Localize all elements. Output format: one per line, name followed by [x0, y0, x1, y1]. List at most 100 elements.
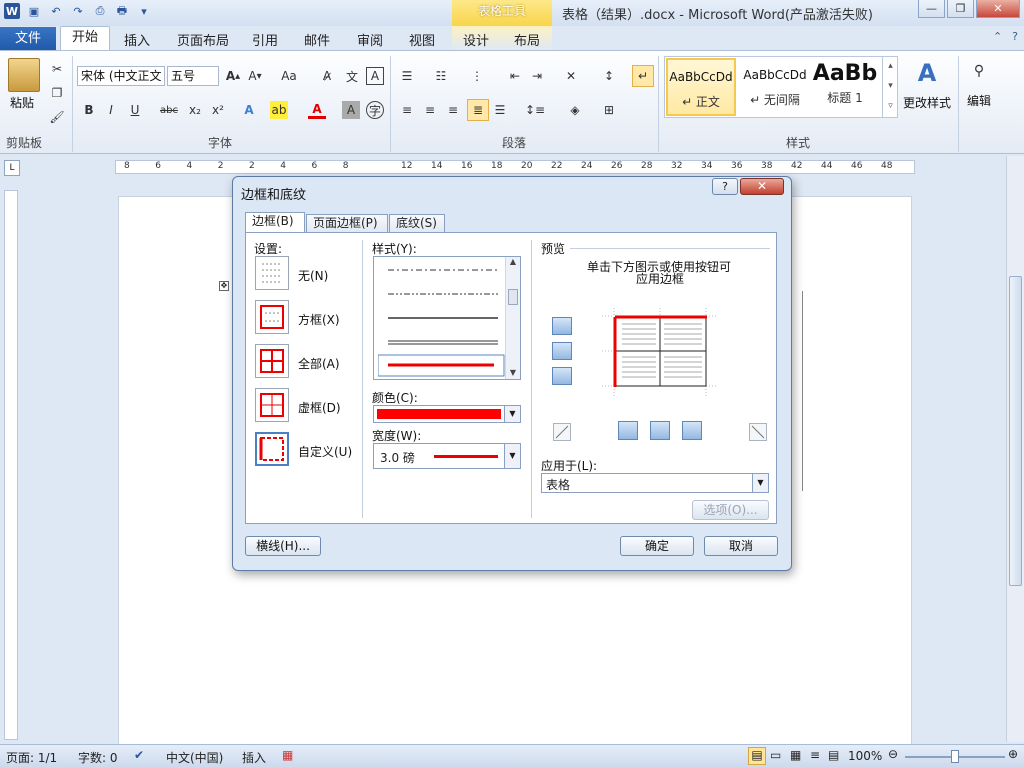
tab-borders[interactable]: 边框(B) [245, 212, 305, 233]
setting-box-icon[interactable] [255, 300, 289, 334]
vertical-scrollbar[interactable] [1006, 156, 1024, 742]
tab-mailings[interactable]: 邮件 [304, 30, 330, 49]
insert-mode[interactable]: 插入 [242, 749, 266, 766]
tab-review[interactable]: 审阅 [357, 30, 383, 49]
grow-font-icon[interactable]: A ▴ [224, 67, 242, 85]
style-normal[interactable]: AaBbCcDd ↵ 正文 [666, 58, 736, 116]
show-marks-icon[interactable]: ↵ [632, 65, 654, 87]
inside-horizontal-border-button[interactable] [552, 342, 572, 360]
close-window-button[interactable]: ✕ [976, 0, 1020, 18]
chevron-down-icon[interactable]: ▼ [752, 474, 768, 492]
phonetic-guide-icon[interactable]: 文 [343, 67, 361, 85]
outline-icon[interactable]: ≡ [810, 748, 820, 762]
page-count[interactable]: 页面: 1/1 [6, 749, 57, 766]
align-right-icon[interactable]: ≡ [444, 101, 462, 119]
text-effects-icon[interactable]: A [240, 101, 258, 119]
table-move-handle-icon[interactable]: ✥ [219, 281, 229, 291]
bold-icon[interactable]: B [80, 101, 98, 119]
inside-vertical-border-button[interactable] [650, 421, 670, 440]
diagonal-down-icon[interactable] [553, 423, 571, 441]
proofing-icon[interactable]: ✔ [134, 748, 144, 762]
tab-table-design[interactable]: 设计 [463, 30, 489, 49]
undo-icon[interactable]: ↶ [48, 3, 64, 19]
bullets-icon[interactable]: ☰ [398, 67, 416, 85]
italic-icon[interactable]: I [102, 101, 120, 119]
highlight-icon[interactable]: ab [270, 101, 288, 119]
subscript-icon[interactable]: x₂ [186, 101, 204, 119]
line-style-scrollbar[interactable]: ▲ ▼ [505, 257, 520, 379]
tab-shading[interactable]: 底纹(S) [389, 214, 445, 233]
strikethrough-icon[interactable]: abc [160, 101, 178, 119]
bottom-border-button[interactable] [552, 367, 572, 385]
cut-icon[interactable]: ✂ [48, 60, 66, 78]
paste-button[interactable]: 粘贴 [10, 94, 34, 111]
horizontal-ruler[interactable]: 8 6 4 2 2 4 6 8 12 14 16 18 20 22 24 26 28 32 34 36 38 42 44 46… [115, 160, 915, 174]
shading-icon[interactable]: ◈ [566, 101, 584, 119]
line-spacing-icon[interactable]: ↕≡ [525, 101, 545, 119]
customize-qat-icon[interactable]: ▾ [136, 3, 152, 19]
scroll-thumb[interactable] [1009, 276, 1022, 586]
setting-grid-icon[interactable] [255, 388, 289, 422]
redo-icon[interactable]: ↷ [70, 3, 86, 19]
minimize-button[interactable]: — [918, 0, 945, 18]
character-border-icon[interactable]: A [366, 67, 384, 85]
font-size-select[interactable]: 五号 [167, 66, 219, 86]
style-heading-1[interactable]: AaBb 标题 1 [812, 58, 878, 116]
chevron-down-icon[interactable]: ▼ [504, 406, 520, 422]
zoom-in-icon[interactable]: ⊕ [1008, 747, 1018, 761]
setting-box-label[interactable]: 方框(X) [298, 311, 340, 328]
font-color-icon[interactable]: A [308, 101, 326, 119]
options-button[interactable]: 选项(O)... [692, 500, 769, 520]
apply-to-select[interactable]: 表格 ▼ [541, 473, 769, 493]
restore-button[interactable]: ❐ [947, 0, 974, 18]
tab-selector-icon[interactable]: L [4, 160, 20, 176]
tab-references[interactable]: 引用 [252, 30, 278, 49]
styles-scroll[interactable]: ▴ ▾ ▿ [882, 56, 898, 118]
character-shading-icon[interactable]: A [342, 101, 360, 119]
print-icon[interactable]: 🖶 [114, 3, 130, 19]
word-logo-icon[interactable]: W [4, 3, 20, 19]
setting-none-icon[interactable] [255, 256, 289, 290]
align-center-icon[interactable]: ≡ [421, 101, 439, 119]
ok-button[interactable]: 确定 [620, 536, 694, 556]
superscript-icon[interactable]: x² [209, 101, 227, 119]
tab-insert[interactable]: 插入 [124, 30, 150, 49]
decrease-indent-icon[interactable]: ⇤ [506, 67, 524, 85]
tab-file[interactable]: 文件 [0, 27, 56, 50]
chinese-layout-icon[interactable]: ✕ [562, 67, 580, 85]
minimize-ribbon-icon[interactable]: ⌃ [993, 30, 1002, 43]
shrink-font-icon[interactable]: A ▾ [246, 67, 264, 85]
change-styles-button[interactable]: 更改样式 [903, 94, 951, 111]
binoculars-icon[interactable]: ⚲ [970, 62, 988, 80]
setting-all-icon[interactable] [255, 344, 289, 378]
numbering-icon[interactable]: ☷ [432, 67, 450, 85]
format-painter-icon[interactable]: 🖌 [48, 108, 66, 126]
style-no-spacing[interactable]: AaBbCcDd ↵ 无间隔 [740, 58, 810, 116]
setting-none-label[interactable]: 无(N) [298, 267, 328, 284]
align-left-icon[interactable]: ≡ [398, 101, 416, 119]
tab-table-layout[interactable]: 布局 [514, 30, 540, 49]
macro-record-icon[interactable]: ▦ [282, 748, 293, 762]
setting-custom-icon[interactable] [255, 432, 289, 466]
save-icon[interactable]: ▣ [26, 3, 42, 19]
line-style-list[interactable]: ▲ ▼ [373, 256, 521, 380]
underline-icon[interactable]: U [126, 101, 144, 119]
dialog-help-button[interactable]: ? [712, 178, 738, 195]
diagonal-up-icon[interactable] [749, 423, 767, 441]
language[interactable]: 中文(中国) [166, 749, 223, 766]
multilevel-list-icon[interactable]: ⋮ [468, 67, 486, 85]
setting-grid-label[interactable]: 虚框(D) [298, 399, 341, 416]
width-select[interactable]: 3.0 磅 ▼ [373, 443, 521, 469]
left-border-button[interactable] [618, 421, 638, 440]
vertical-ruler[interactable] [4, 190, 18, 740]
setting-all-label[interactable]: 全部(A) [298, 355, 340, 372]
color-select[interactable]: ▼ [373, 405, 521, 423]
clear-format-icon[interactable]: A̷ [318, 67, 336, 85]
help-icon[interactable]: ? [1012, 30, 1018, 43]
tab-page-border[interactable]: 页面边框(P) [306, 214, 388, 233]
chevron-down-icon[interactable]: ▼ [504, 444, 520, 468]
zoom-slider-thumb[interactable] [951, 750, 959, 763]
web-layout-icon[interactable]: ▦ [790, 748, 801, 762]
borders-icon[interactable]: ⊞ [600, 101, 618, 119]
editing-button[interactable]: 编辑 [967, 92, 991, 109]
